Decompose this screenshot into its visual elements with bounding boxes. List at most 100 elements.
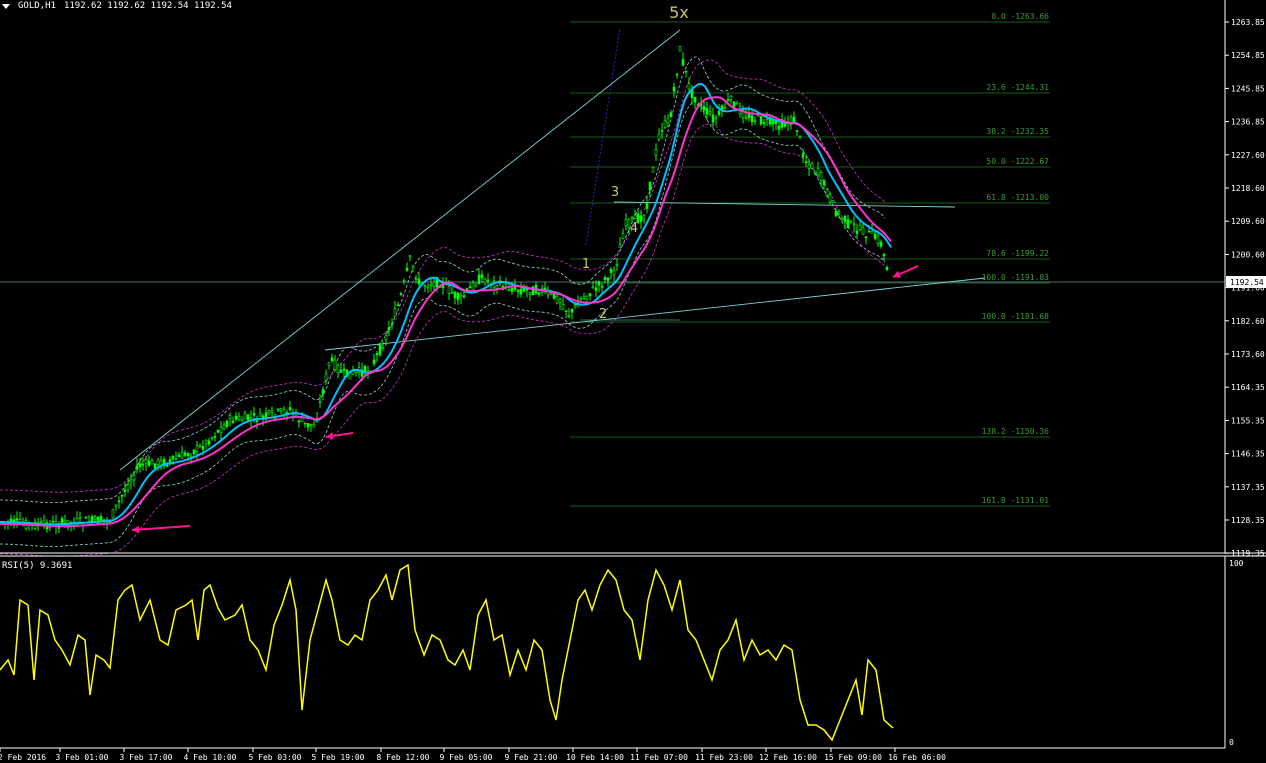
- candle: [606, 277, 610, 282]
- candle: [846, 219, 850, 228]
- candle: [51, 521, 55, 523]
- candle: [840, 217, 844, 220]
- candle: [84, 516, 88, 519]
- candle: [114, 504, 118, 507]
- candle: [483, 278, 487, 285]
- candle: [702, 106, 706, 111]
- candle: [663, 120, 667, 128]
- candle: [120, 494, 124, 497]
- candle: [333, 359, 337, 371]
- candle: [879, 241, 883, 247]
- price-tick-label: 1209.60: [1231, 217, 1265, 226]
- candle: [201, 446, 205, 450]
- candle: [324, 373, 328, 381]
- candle: [270, 410, 274, 413]
- candle: [882, 253, 886, 257]
- candle: [417, 278, 421, 285]
- price-tick-label: 1263.85: [1231, 18, 1265, 27]
- candle: [582, 296, 586, 299]
- candle: [234, 415, 238, 420]
- candle: [327, 362, 331, 366]
- candle: [729, 95, 733, 100]
- candle: [588, 293, 592, 297]
- fib-level-label: 38.2 -1232.35: [986, 127, 1049, 136]
- price-tick-label: 1200.60: [1231, 250, 1265, 259]
- candle: [711, 114, 715, 123]
- candle: [831, 200, 835, 203]
- candle: [252, 413, 256, 416]
- candle: [861, 226, 865, 235]
- candle: [129, 479, 133, 483]
- candle: [585, 295, 589, 300]
- candle: [123, 489, 127, 492]
- candle: [630, 216, 634, 220]
- candle: [726, 99, 730, 101]
- candle: [510, 287, 514, 292]
- candle: [300, 417, 304, 422]
- candle: [654, 149, 658, 156]
- candle: [297, 420, 301, 423]
- fib-level-label: 78.6 -1199.22: [986, 249, 1049, 258]
- candle: [528, 292, 532, 295]
- candle: [684, 70, 688, 73]
- candle: [321, 389, 325, 395]
- candle: [621, 233, 625, 239]
- wave-label: 3: [611, 185, 619, 200]
- current-price-label: 1192.54: [1230, 278, 1264, 287]
- candle: [303, 422, 307, 425]
- candle: [231, 420, 235, 424]
- candle: [795, 130, 799, 132]
- arrow-icon: [132, 525, 140, 534]
- candle: [624, 219, 628, 226]
- wave-label: 4: [630, 221, 638, 236]
- candle: [90, 516, 94, 522]
- candle: [384, 335, 388, 340]
- candle: [837, 211, 841, 214]
- band-line: [0, 123, 886, 557]
- candle: [408, 255, 412, 258]
- time-label: 5 Feb 03:00: [249, 753, 302, 762]
- support-line: [324, 277, 986, 351]
- candle: [177, 454, 181, 458]
- fib-level-label: 50.0 -1222.67: [986, 157, 1049, 166]
- rsi-line: [0, 563, 894, 742]
- candle: [372, 359, 376, 365]
- candle: [141, 463, 145, 466]
- time-label: 4 Feb 10:00: [184, 753, 237, 762]
- candle: [219, 426, 223, 433]
- candle: [228, 415, 232, 419]
- candle: [279, 408, 283, 411]
- candle: [375, 353, 379, 356]
- time-label: 16 Feb 06:00: [888, 753, 946, 762]
- candle: [672, 86, 676, 92]
- candle: [183, 452, 187, 456]
- candle: [426, 285, 430, 288]
- candle: [801, 153, 805, 158]
- candle: [402, 280, 406, 282]
- candle: [468, 286, 472, 289]
- candle: [240, 419, 244, 422]
- time-label: 11 Feb 23:00: [695, 753, 753, 762]
- price-chart[interactable]: 0.0 -1263.66 23.6 -1244.31 38.2 -1232.35 50…: [0, 0, 1266, 763]
- blue-dotted-line: [585, 27, 621, 246]
- time-label: 15 Feb 09:00: [824, 753, 882, 762]
- candle: [828, 194, 832, 203]
- candle: [669, 112, 673, 118]
- candle: [885, 267, 889, 271]
- candle: [834, 210, 838, 217]
- candle: [648, 181, 652, 191]
- candle: [825, 189, 829, 196]
- time-label: 3 Feb 17:00: [120, 753, 173, 762]
- candle: [819, 172, 823, 181]
- candle: [591, 286, 595, 289]
- candle: [516, 289, 520, 292]
- price-tick-label: 1227.60: [1231, 151, 1265, 160]
- price-tick-label: 1155.35: [1231, 416, 1265, 425]
- price-tick-label: 1164.35: [1231, 383, 1265, 392]
- candle: [615, 264, 619, 266]
- candle: [687, 83, 691, 90]
- candle: [873, 233, 877, 239]
- bollinger-bands: [0, 56, 886, 557]
- price-tick-label: 1245.85: [1231, 84, 1265, 93]
- candle: [561, 303, 565, 310]
